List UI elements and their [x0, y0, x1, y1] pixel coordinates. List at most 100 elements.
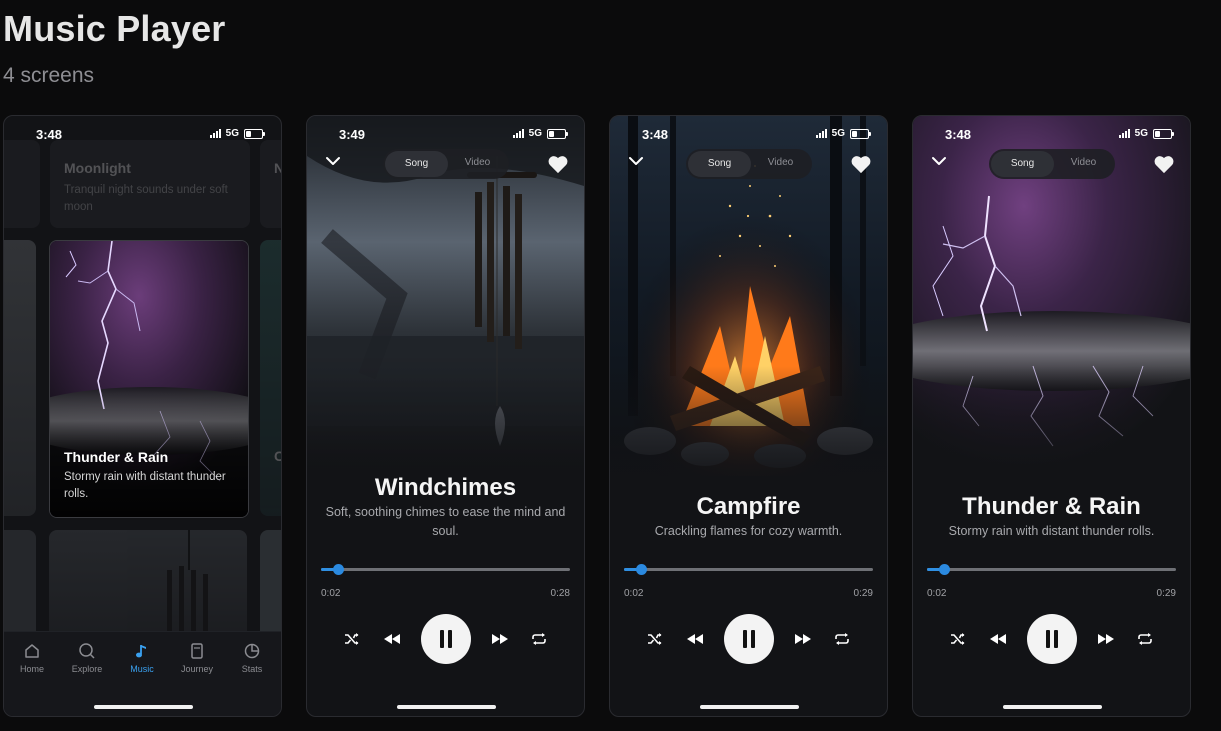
playback-controls — [913, 614, 1190, 666]
total-time: 0:29 — [1156, 588, 1176, 599]
sound-card-peek[interactable]: N — [260, 140, 281, 228]
player-screen-windchimes: 3:49 5G Song Video Windchimes Soft, soot… — [306, 115, 585, 717]
heart-icon[interactable] — [1153, 154, 1175, 174]
progress-knob[interactable] — [636, 564, 648, 575]
playback-controls — [307, 614, 584, 666]
nav-explore[interactable]: Explore — [62, 642, 112, 674]
sound-card-peek-left-mid[interactable] — [4, 240, 36, 516]
tab-video[interactable]: Video — [1052, 157, 1115, 168]
repeat-icon[interactable] — [1136, 630, 1154, 648]
nav-stats-label: Stats — [241, 664, 263, 674]
tab-song[interactable]: Song — [385, 151, 448, 177]
rewind-icon[interactable] — [988, 630, 1008, 648]
track-title: Campfire — [696, 493, 801, 520]
progress-knob[interactable] — [333, 564, 345, 575]
sound-card-peek-left[interactable] — [4, 140, 40, 228]
network-label: 5G — [831, 128, 845, 139]
network-label: 5G — [528, 128, 542, 139]
featured-card-desc: Stormy rain with distant thunder rolls. — [64, 471, 226, 500]
nav-stats[interactable]: Stats — [227, 642, 277, 674]
chevron-down-icon[interactable] — [931, 156, 947, 166]
track-title: Windchimes — [374, 474, 517, 501]
chevron-down-icon[interactable] — [628, 156, 644, 166]
network-label: 5G — [1134, 128, 1148, 139]
track-description: Crackling flames for cozy warmth. — [654, 524, 843, 538]
status-bar: 3:48 5G — [913, 116, 1190, 150]
status-bar: 3:48 5G — [4, 116, 281, 150]
repeat-icon[interactable] — [833, 630, 851, 648]
pie-chart-icon — [244, 643, 260, 659]
shuffle-icon[interactable] — [343, 630, 361, 648]
song-video-toggle: Song Video — [686, 149, 812, 179]
chevron-down-icon[interactable] — [325, 156, 341, 166]
track-description: Stormy rain with distant thunder rolls. — [948, 524, 1155, 538]
pause-icon — [1046, 630, 1050, 648]
player-screen-thunder: 3:48 5G Song Video Thunder & Rain Stormy… — [912, 115, 1191, 717]
rewind-icon[interactable] — [685, 630, 705, 648]
pause-button[interactable] — [1027, 614, 1077, 664]
playback-controls — [610, 614, 887, 666]
tab-video[interactable]: Video — [749, 157, 812, 168]
progress-bar[interactable] — [321, 564, 570, 575]
fast-forward-icon[interactable] — [1096, 630, 1116, 648]
nav-home[interactable]: Home — [7, 642, 57, 674]
status-time: 3:49 — [339, 127, 366, 142]
book-icon — [191, 643, 203, 659]
screen-count: 4 screens — [3, 64, 95, 87]
progress-knob[interactable] — [939, 564, 951, 575]
sound-card-peek-right-mid[interactable]: C — [260, 240, 281, 516]
rewind-icon[interactable] — [382, 630, 402, 648]
pause-icon — [743, 630, 747, 648]
heart-icon[interactable] — [850, 154, 872, 174]
featured-sound-card[interactable]: Thunder & Rain Stormy rain with distant … — [49, 240, 249, 518]
track-title: Thunder & Rain — [962, 493, 1141, 520]
sound-card-peek-title: N — [274, 160, 281, 176]
home-indicator — [699, 705, 799, 709]
battery-icon — [1153, 128, 1174, 139]
status-time: 3:48 — [945, 127, 972, 142]
fast-forward-icon[interactable] — [793, 630, 813, 648]
elapsed-time: 0:02 — [321, 588, 341, 599]
shuffle-icon[interactable] — [949, 630, 967, 648]
tab-song[interactable]: Song — [688, 151, 751, 177]
sound-card-title: Moonlight — [64, 160, 131, 176]
sound-card[interactable]: Moonlight Tranquil night sounds under so… — [50, 140, 250, 228]
tab-video[interactable]: Video — [446, 157, 509, 168]
total-time: 0:29 — [853, 588, 873, 599]
music-note-icon — [136, 645, 146, 658]
repeat-icon[interactable] — [530, 630, 548, 648]
signal-icon — [209, 129, 221, 138]
nav-home-label: Home — [19, 664, 44, 674]
home-indicator — [93, 705, 193, 709]
progress-bar[interactable] — [624, 564, 873, 575]
pause-button[interactable] — [724, 614, 774, 664]
heart-icon[interactable] — [547, 154, 569, 174]
sound-card-desc: Tranquil night sounds under soft moon — [64, 184, 228, 213]
nav-journey[interactable]: Journey — [172, 642, 222, 674]
progress-bar[interactable] — [927, 564, 1176, 575]
sound-card-peek-right-mid-title: C — [274, 448, 281, 464]
pause-icon — [440, 630, 444, 648]
pause-button[interactable] — [421, 614, 471, 664]
song-video-toggle: Song Video — [989, 149, 1115, 179]
player-screen-campfire: 3:48 5G Song Video Campfire Crackling fl… — [609, 115, 888, 717]
track-description: Soft, soothing chimes to ease the mind a… — [325, 505, 566, 538]
signal-icon — [815, 129, 827, 138]
status-bar: 3:48 5G — [610, 116, 887, 150]
song-video-toggle: Song Video — [383, 149, 509, 179]
nav-music[interactable]: Music — [117, 642, 167, 674]
battery-icon — [244, 128, 265, 139]
shuffle-icon[interactable] — [646, 630, 664, 648]
fast-forward-icon[interactable] — [490, 630, 510, 648]
tab-song[interactable]: Song — [991, 151, 1054, 177]
total-time: 0:28 — [550, 588, 570, 599]
battery-icon — [850, 128, 871, 139]
page-title: Music Player — [3, 8, 226, 49]
status-bar: 3:49 5G — [307, 116, 584, 150]
search-icon — [79, 643, 95, 659]
elapsed-time: 0:02 — [927, 588, 947, 599]
nav-journey-label: Journey — [180, 664, 214, 674]
nav-music-label: Music — [130, 664, 154, 674]
nav-explore-label: Explore — [71, 664, 103, 674]
status-time: 3:48 — [36, 127, 63, 142]
